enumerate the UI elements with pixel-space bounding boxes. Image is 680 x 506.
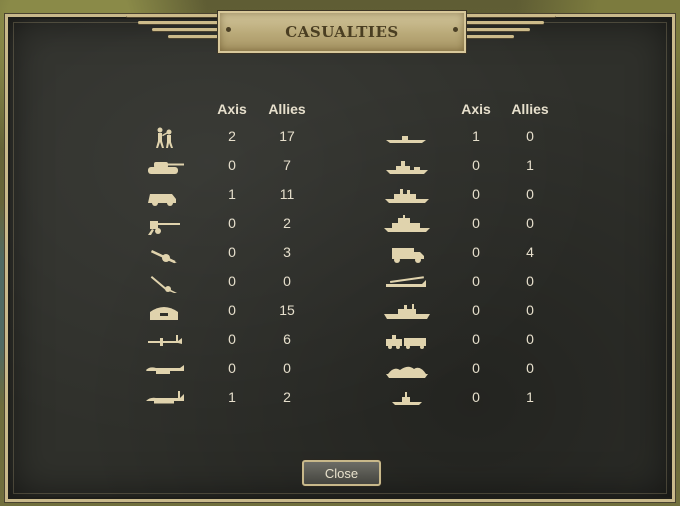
table-row: 06 bbox=[138, 327, 348, 353]
axis-count: 0 bbox=[472, 215, 480, 231]
strategic-bomber-icon bbox=[138, 385, 190, 411]
allies-count: 0 bbox=[283, 360, 291, 376]
table-row: 07 bbox=[138, 153, 348, 179]
allies-count: 3 bbox=[283, 244, 291, 260]
table-row: 2 17 bbox=[138, 124, 348, 150]
table-row: 12 bbox=[138, 385, 348, 411]
table-row: 00 bbox=[380, 327, 590, 353]
axis-count: 0 bbox=[228, 331, 236, 347]
table-row: 00 bbox=[138, 269, 348, 295]
title-plaque: CASUALTIES bbox=[217, 10, 467, 54]
allies-count: 1 bbox=[526, 389, 534, 405]
truck-icon bbox=[380, 240, 432, 266]
axis-count: 0 bbox=[472, 273, 480, 289]
axis-count: 0 bbox=[472, 186, 480, 202]
destroyer-icon bbox=[380, 153, 432, 179]
allies-count: 1 bbox=[526, 157, 534, 173]
transport-ship-icon bbox=[380, 385, 432, 411]
header-wing-left bbox=[122, 14, 222, 48]
allies-count: 17 bbox=[279, 128, 295, 144]
axis-count: 0 bbox=[228, 215, 236, 231]
dialog-title: CASUALTIES bbox=[285, 23, 399, 41]
table-row: 00 bbox=[380, 211, 590, 237]
rivet-icon bbox=[453, 27, 458, 32]
allies-count: 0 bbox=[526, 273, 534, 289]
landing-craft-icon bbox=[380, 356, 432, 382]
axis-count: 0 bbox=[472, 302, 480, 318]
table-row: 04 bbox=[380, 240, 590, 266]
tank-icon bbox=[138, 153, 190, 179]
allies-count: 0 bbox=[526, 215, 534, 231]
axis-count: 0 bbox=[472, 389, 480, 405]
header-wing-right bbox=[460, 14, 560, 48]
allies-count: 0 bbox=[526, 186, 534, 202]
cruiser-icon bbox=[380, 182, 432, 208]
artillery-icon bbox=[138, 240, 190, 266]
allies-count: 0 bbox=[526, 302, 534, 318]
left-allies-header: Allies bbox=[268, 101, 306, 117]
right-axis-header: Axis bbox=[461, 101, 491, 117]
axis-count: 1 bbox=[472, 128, 480, 144]
allies-count: 15 bbox=[279, 302, 295, 318]
allies-count: 7 bbox=[283, 157, 291, 173]
carrier-icon bbox=[380, 298, 432, 324]
table-row: 1 11 bbox=[138, 182, 348, 208]
allies-count: 0 bbox=[526, 128, 534, 144]
axis-count: 1 bbox=[228, 389, 236, 405]
table-row: 01 bbox=[380, 153, 590, 179]
axis-count: 0 bbox=[472, 157, 480, 173]
table-row: 02 bbox=[138, 211, 348, 237]
table-row: 0 15 bbox=[138, 298, 348, 324]
axis-count: 0 bbox=[472, 244, 480, 260]
table-row: 10 bbox=[380, 124, 590, 150]
axis-count: 0 bbox=[228, 360, 236, 376]
fighter-icon bbox=[138, 327, 190, 353]
transport-plane-icon bbox=[380, 269, 432, 295]
allies-count: 0 bbox=[526, 360, 534, 376]
axis-count: 1 bbox=[228, 186, 236, 202]
infantry-icon bbox=[138, 124, 190, 150]
table-row: 00 bbox=[380, 269, 590, 295]
allies-count: 4 bbox=[526, 244, 534, 260]
axis-count: 2 bbox=[228, 128, 236, 144]
allies-count: 0 bbox=[283, 273, 291, 289]
allies-count: 6 bbox=[283, 331, 291, 347]
table-row: 01 bbox=[380, 385, 590, 411]
left-axis-header: Axis bbox=[217, 101, 247, 117]
axis-count: 0 bbox=[228, 302, 236, 318]
anti-tank-gun-icon bbox=[138, 211, 190, 237]
battleship-icon bbox=[380, 211, 432, 237]
table-row: 00 bbox=[138, 356, 348, 382]
anti-air-gun-icon bbox=[138, 269, 190, 295]
allies-count: 2 bbox=[283, 215, 291, 231]
table-row: 00 bbox=[380, 356, 590, 382]
axis-count: 0 bbox=[228, 273, 236, 289]
table-row: 03 bbox=[138, 240, 348, 266]
axis-count: 0 bbox=[472, 360, 480, 376]
allies-count: 11 bbox=[279, 186, 295, 202]
fortification-icon bbox=[138, 298, 190, 324]
right-allies-header: Allies bbox=[511, 101, 549, 117]
allies-count: 2 bbox=[283, 389, 291, 405]
axis-count: 0 bbox=[228, 244, 236, 260]
close-button[interactable]: Close bbox=[302, 460, 381, 486]
axis-count: 0 bbox=[228, 157, 236, 173]
allies-count: 0 bbox=[526, 331, 534, 347]
tactical-bomber-icon bbox=[138, 356, 190, 382]
table-row: 00 bbox=[380, 298, 590, 324]
axis-count: 0 bbox=[472, 331, 480, 347]
submarine-icon bbox=[380, 124, 432, 150]
armored-train-icon bbox=[380, 327, 432, 353]
rivet-icon bbox=[226, 27, 231, 32]
table-row: 00 bbox=[380, 182, 590, 208]
recon-vehicle-icon bbox=[138, 182, 190, 208]
